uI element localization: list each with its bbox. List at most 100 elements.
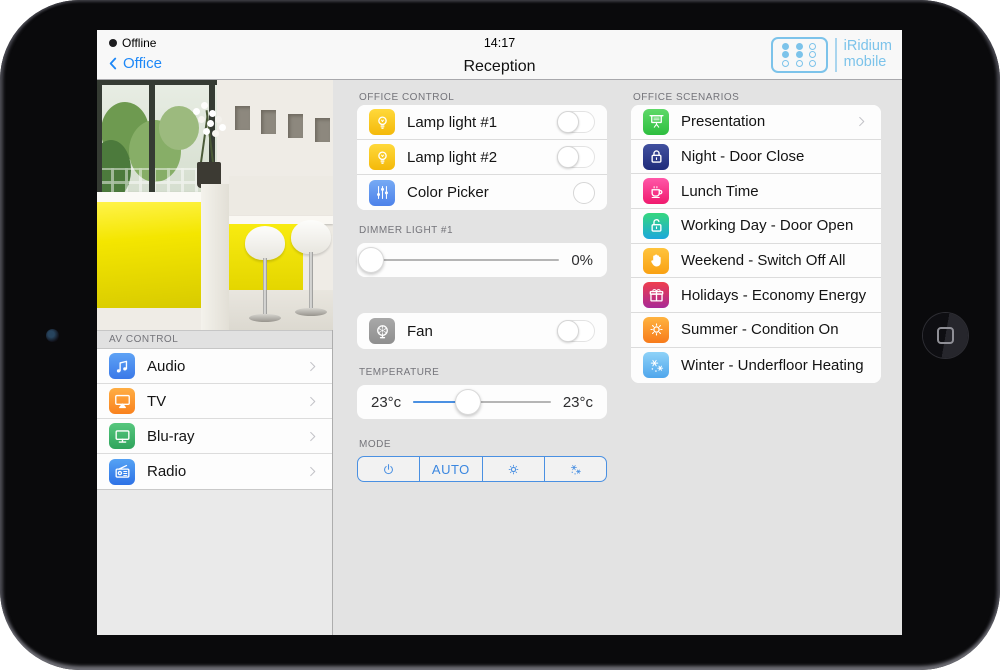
hand-icon [647,251,666,270]
radio-icon [109,459,135,485]
list-item-lamp-light-1[interactable]: Lamp light #1 [357,105,607,140]
list-item-night-door-close[interactable]: Night - Door Close [631,140,881,175]
sidebar: AV CONTROL AudioTVBlu-rayRadio [97,80,333,635]
cup-icon [643,178,669,204]
cup-icon [647,182,666,201]
chevron-right-icon [305,464,320,479]
iridium-logo: iRidium mobile [771,37,892,73]
music-notes-icon [109,353,135,379]
list-item-radio[interactable]: Radio [97,454,332,489]
row-label: Weekend - Switch Off All [681,252,869,269]
toggle-knob [557,146,579,168]
row-label: Lamp light #2 [407,149,545,166]
list-item-audio[interactable]: Audio [97,349,332,384]
mode-segmented-control: AUTO [357,456,607,482]
home-button-icon [937,327,954,344]
lock-closed-icon [647,147,666,166]
row-label: Radio [147,463,293,480]
temperature-slider-card: 23°c 23°c [357,385,607,419]
lamp-light-2-toggle[interactable] [557,146,595,168]
bulb-icon [369,144,395,170]
gift-icon [647,286,666,305]
logo-dot [809,51,816,58]
logo-text: iRidium mobile [844,39,892,70]
list-item-presentation[interactable]: Presentation [631,105,881,140]
dimmer-slider-track[interactable] [371,259,559,261]
ipad-bezel: Offline 14:17 Office Reception iRidium m… [0,0,1000,670]
dimmer-value: 0% [571,252,593,269]
fan-icon [373,322,392,341]
list-item-lunch-time[interactable]: Lunch Time [631,174,881,209]
list-item-holidays-economy-energy[interactable]: Holidays - Economy Energy [631,278,881,313]
row-label: TV [147,393,293,410]
dimmer-slider-card: 0% [357,243,607,277]
sun-icon [643,317,669,343]
list-item-summer-condition-on[interactable]: Summer - Condition On [631,313,881,348]
logo-dot [782,43,789,50]
temperature-slider-thumb[interactable] [455,389,481,415]
list-item-weekend-switch-off-all[interactable]: Weekend - Switch Off All [631,244,881,279]
temperature-slider-track[interactable] [413,401,551,403]
chevron-right-icon [305,359,320,374]
logo-dot [796,51,803,58]
list-item-color-picker[interactable]: Color Picker [357,175,607,210]
logo-dot [809,60,816,67]
logo-dot [782,60,789,67]
temperature-current: 23°c [371,394,401,411]
chevron-right-icon [305,429,320,444]
list-item-winter-underfloor-heating[interactable]: Winter - Underfloor Heating [631,348,881,383]
row-label: Color Picker [407,184,561,201]
row-label: Fan [407,323,545,340]
logo-divider [835,38,837,72]
row-label: Winter - Underfloor Heating [681,357,869,374]
tv-airplay-icon [109,388,135,414]
list-item-lamp-light-2[interactable]: Lamp light #2 [357,140,607,175]
fan-toggle[interactable] [557,320,595,342]
reception-photo [97,80,333,330]
sun-icon [647,320,666,339]
office-scenarios-header: OFFICE SCENARIOS [631,92,881,105]
mode-header: MODE [357,439,607,452]
lock-closed-icon [643,144,669,170]
logo-dot [782,51,789,58]
temperature-header: TEMPERATURE [357,367,607,380]
color-picker-button[interactable] [573,182,595,204]
office-scenarios-card: Presentation Night - Door Close Lunch Time… [631,105,881,383]
snowflakes-icon [643,352,669,378]
top-bar: Offline 14:17 Office Reception iRidium m… [97,30,902,80]
toggle-knob [557,111,579,133]
dimmer-slider-thumb[interactable] [358,247,384,273]
office-control-header: OFFICE CONTROL [357,92,607,105]
row-label: Presentation [681,113,842,130]
monitor-icon [113,427,132,446]
lamp-light-1-toggle[interactable] [557,111,595,133]
chevron-right-icon [854,114,869,129]
mode-auto-label: AUTO [432,462,470,477]
tv-airplay-icon [113,392,132,411]
list-item-working-day-door-open[interactable]: Working Day - Door Open [631,209,881,244]
mode-auto-button[interactable]: AUTO [419,457,481,481]
lock-open-icon [647,216,666,235]
gift-icon [643,282,669,308]
mode-snow-button[interactable] [544,457,606,481]
list-item-fan[interactable]: Fan [357,313,607,349]
home-button[interactable] [923,313,968,358]
mode-power-button[interactable] [358,457,419,481]
mode-sun-button[interactable] [482,457,544,481]
snowflakes-icon [568,462,583,477]
monitor-icon [109,423,135,449]
main-content: OFFICE CONTROL Lamp light #1 Lamp light #… [333,80,902,635]
av-control-list: Audio TV Blu-ray Radio [97,349,332,490]
logo-dot [796,43,803,50]
list-item-blu-ray[interactable]: Blu-ray [97,419,332,454]
radio-icon [113,462,132,481]
chevron-right-icon [305,394,320,409]
app-screen: Offline 14:17 Office Reception iRidium m… [97,30,902,635]
list-item-tv[interactable]: TV [97,384,332,419]
hand-icon [643,248,669,274]
row-label: Working Day - Door Open [681,217,869,234]
row-label: Audio [147,358,293,375]
chevron-right-icon [305,359,320,374]
bulb-icon [373,113,392,132]
row-label: Night - Door Close [681,148,869,165]
